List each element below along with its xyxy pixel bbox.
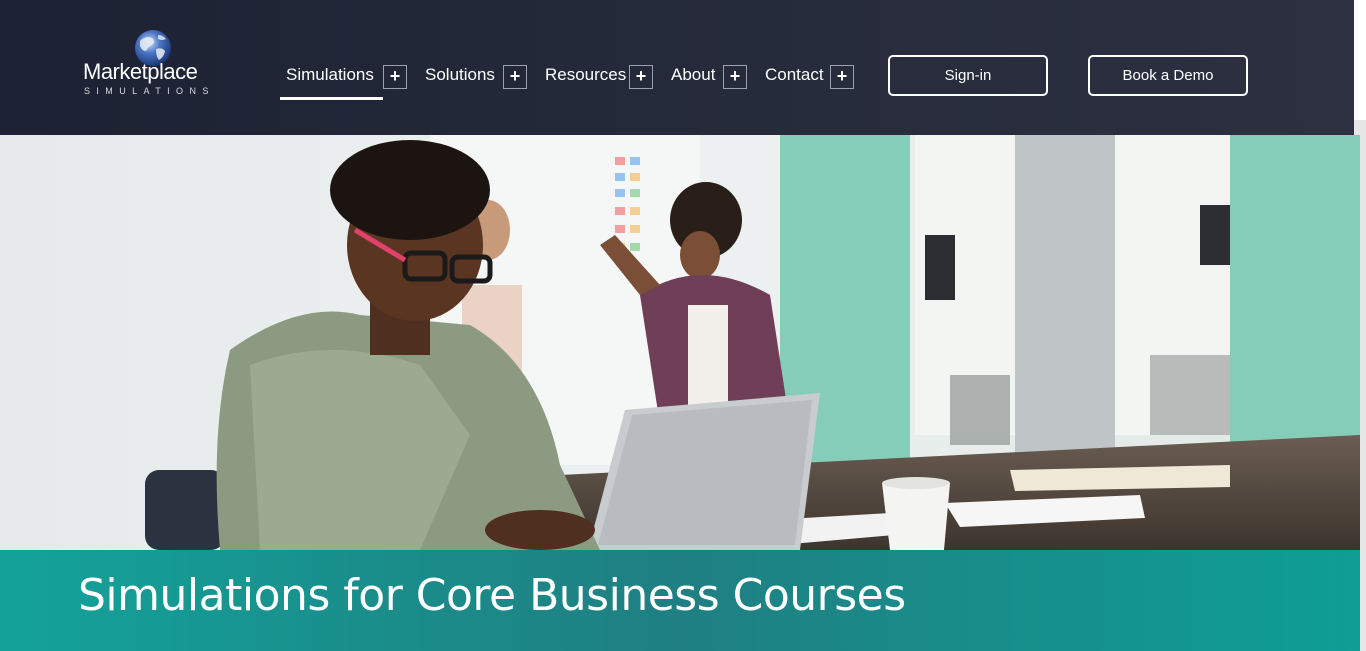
book-demo-button[interactable]: Book a Demo xyxy=(1088,55,1248,96)
nav-item-solutions[interactable]: Solutions + xyxy=(419,60,529,100)
nav-label-about[interactable]: About xyxy=(665,60,715,90)
marketplace-logo[interactable]: Marketplace SIMULATIONS xyxy=(83,29,223,99)
plus-icon[interactable]: + xyxy=(503,65,527,89)
page-edge xyxy=(1354,0,1366,120)
site-header: Marketplace SIMULATIONS Simulations + So… xyxy=(0,0,1354,135)
brand-name: Marketplace xyxy=(83,59,198,84)
nav-label-solutions[interactable]: Solutions xyxy=(419,60,495,90)
hero-image xyxy=(0,135,1360,550)
sign-in-button[interactable]: Sign-in xyxy=(888,55,1048,96)
page-title-band: Simulations for Core Business Courses xyxy=(0,550,1360,651)
hero-photo-illustration xyxy=(0,135,1360,550)
nav-item-resources[interactable]: Resources + xyxy=(539,60,659,100)
page-title: Simulations for Core Business Courses xyxy=(78,570,906,621)
plus-icon[interactable]: + xyxy=(830,65,854,89)
brand-tagline: SIMULATIONS xyxy=(84,86,215,96)
plus-icon[interactable]: + xyxy=(723,65,747,89)
plus-icon[interactable]: + xyxy=(629,65,653,89)
plus-icon[interactable]: + xyxy=(383,65,407,89)
nav-item-about[interactable]: About + xyxy=(665,60,755,100)
nav-label-simulations[interactable]: Simulations xyxy=(280,60,374,90)
nav-item-contact[interactable]: Contact + xyxy=(759,60,859,100)
active-nav-indicator xyxy=(280,97,383,100)
nav-label-resources[interactable]: Resources xyxy=(539,60,626,90)
nav-label-contact[interactable]: Contact xyxy=(759,60,824,90)
nav-item-simulations[interactable]: Simulations + xyxy=(280,60,410,100)
